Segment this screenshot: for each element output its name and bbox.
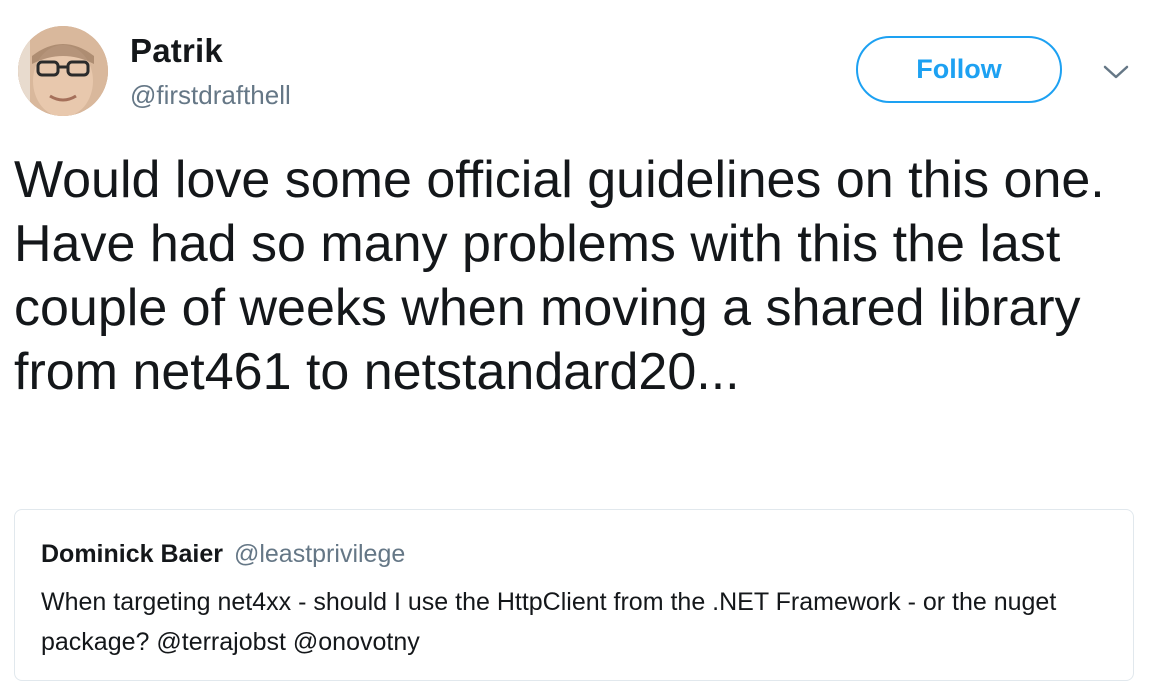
chevron-down-icon[interactable] xyxy=(1102,62,1130,82)
quoted-author-name: Dominick Baier xyxy=(41,540,224,568)
follow-button[interactable]: Follow xyxy=(856,36,1062,103)
quoted-tweet-card[interactable]: Dominick Baier @leastprivilege When targ… xyxy=(14,509,1134,681)
quoted-tweet-header: Dominick Baier @leastprivilege xyxy=(41,540,405,569)
tweet-text: Would love some official guidelines on t… xyxy=(14,151,1105,401)
author-name[interactable]: Patrik xyxy=(130,32,223,70)
avatar[interactable] xyxy=(18,26,108,116)
author-handle[interactable]: @firstdrafthell xyxy=(130,80,291,111)
quoted-author-handle: @leastprivilege xyxy=(233,540,406,568)
quoted-tweet-text: When targeting net4xx - should I use the… xyxy=(41,588,1057,656)
